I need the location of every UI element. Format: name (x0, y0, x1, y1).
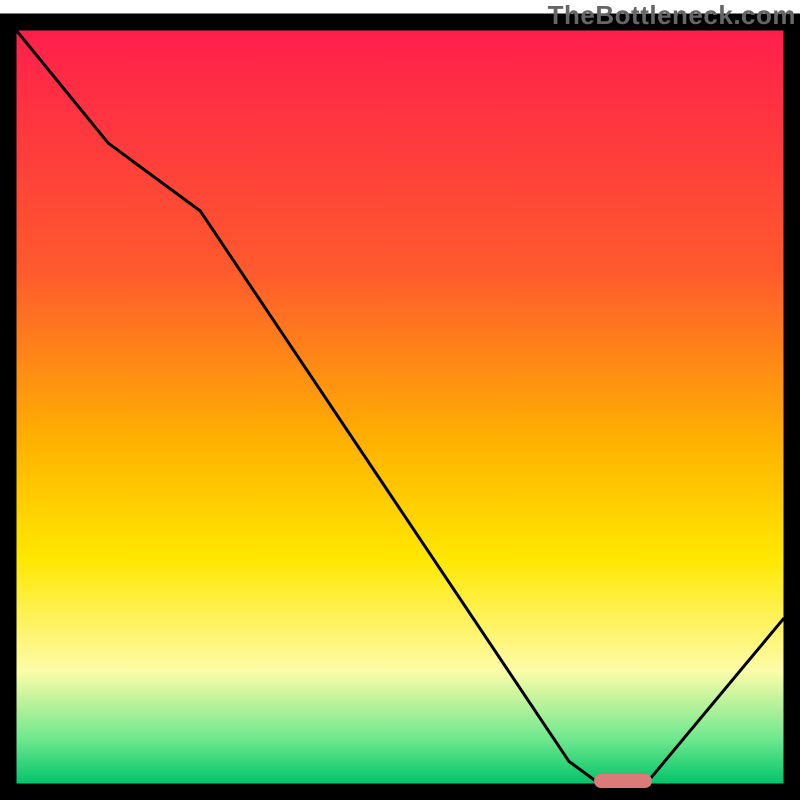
bottleneck-chart (0, 0, 800, 800)
optimal-range-marker (594, 774, 652, 788)
watermark-text: TheBottleneck.com (548, 0, 796, 31)
chart-root: TheBottleneck.com (0, 0, 800, 800)
plot-background (16, 30, 784, 784)
